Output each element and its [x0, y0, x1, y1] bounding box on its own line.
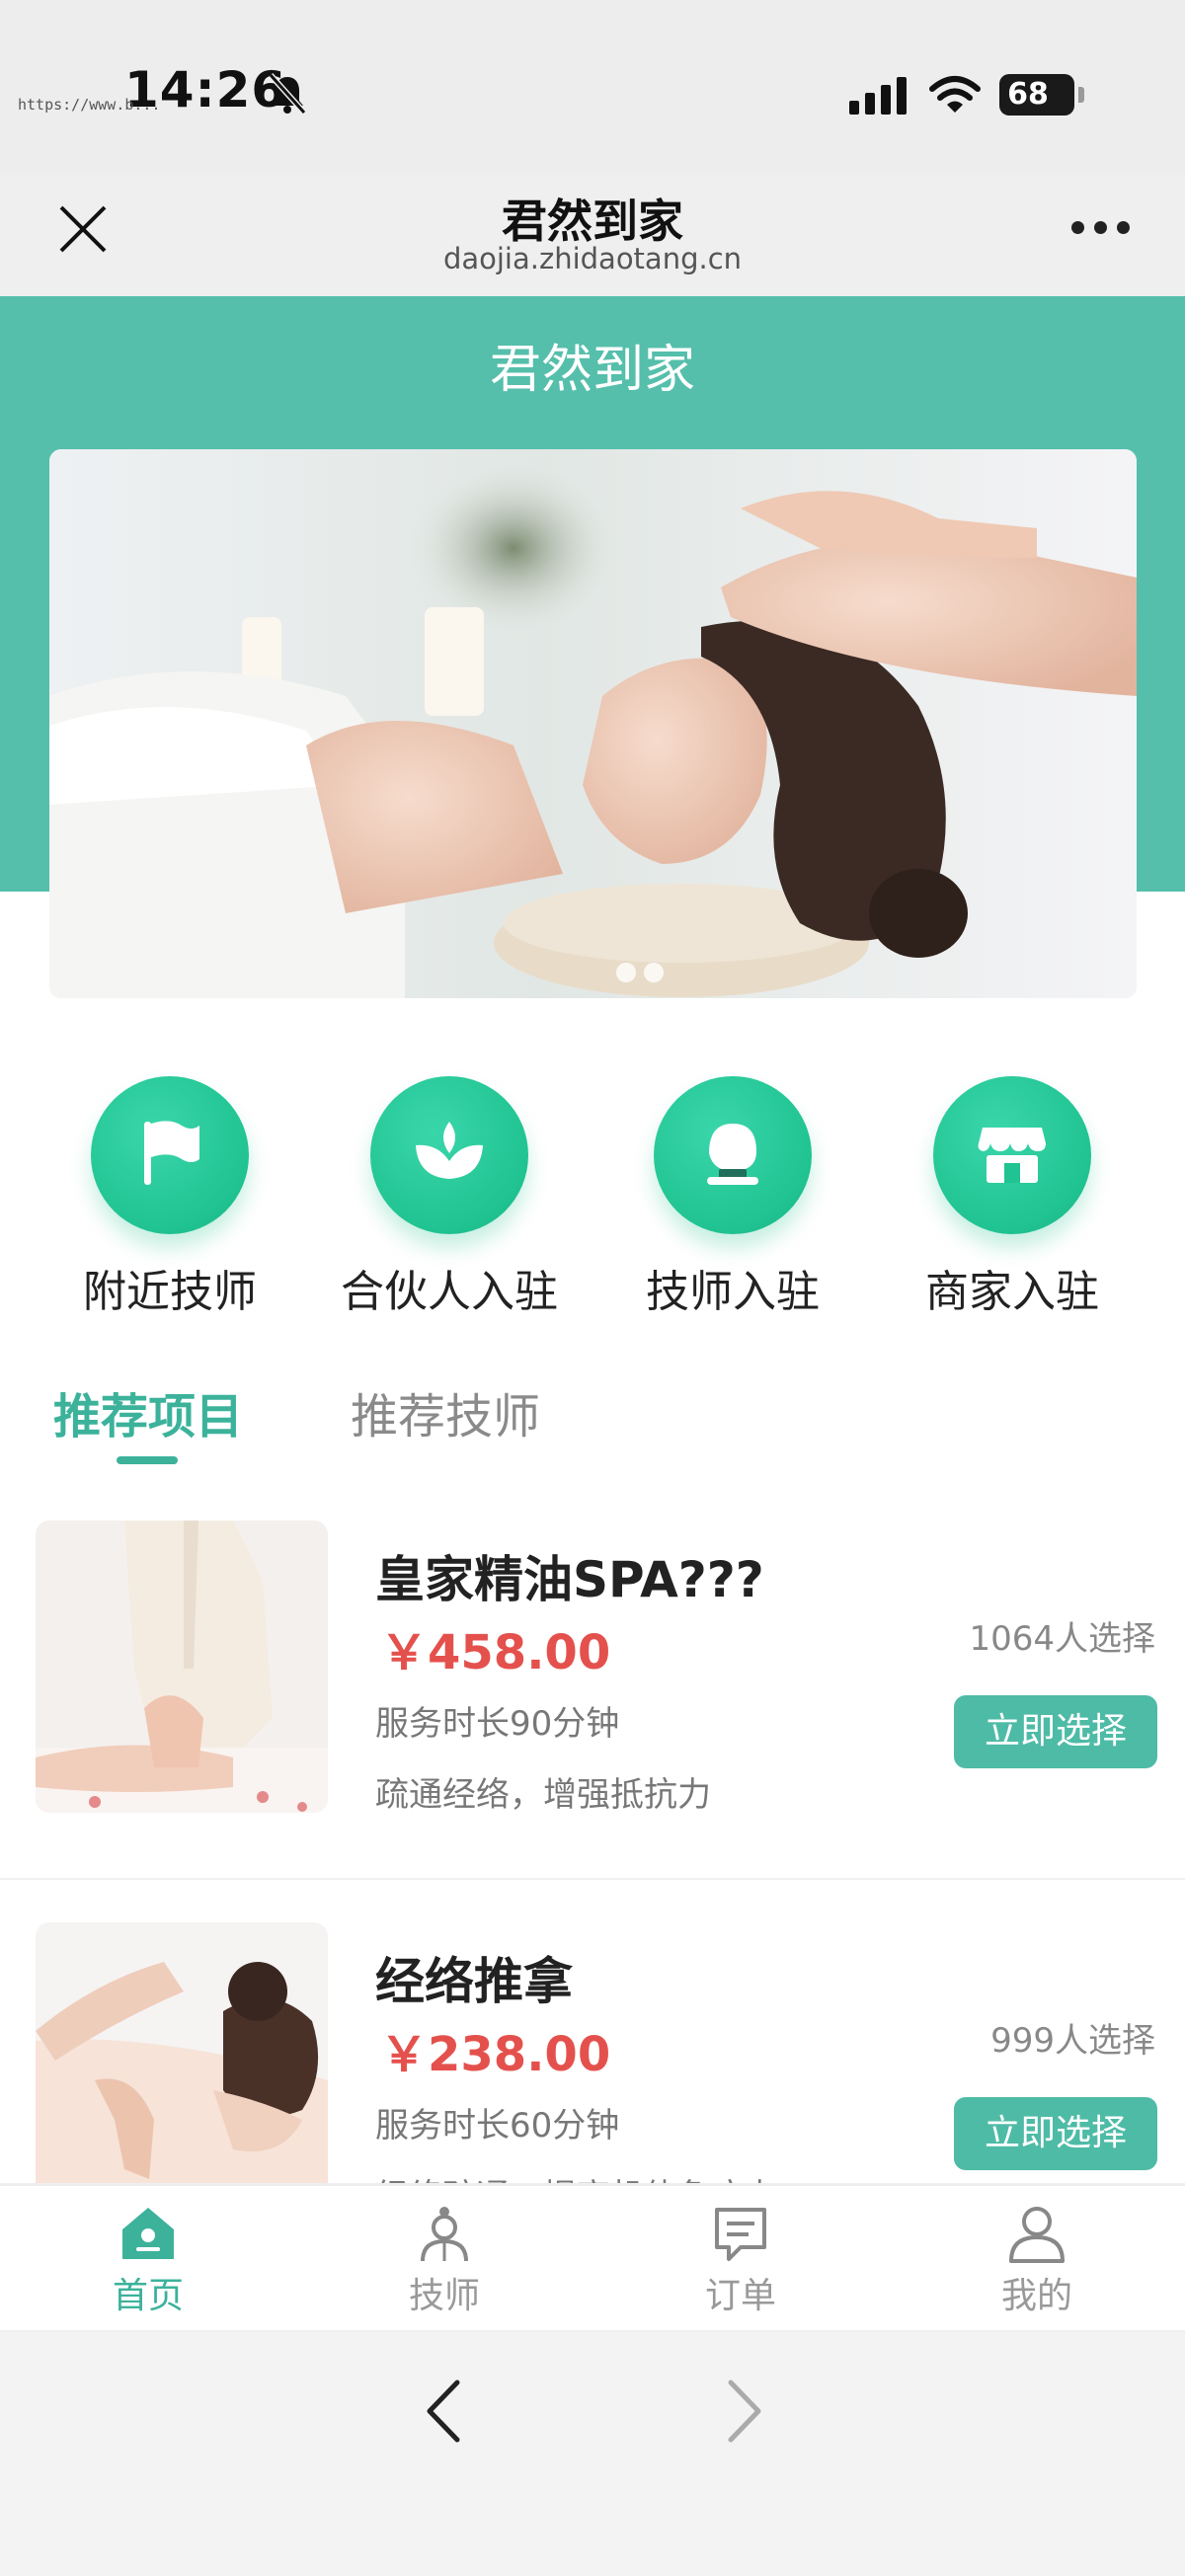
order-icon — [715, 2208, 766, 2261]
tabbar-technician[interactable]: 技师 — [346, 2204, 543, 2318]
person-icon — [707, 1124, 758, 1185]
page-title: 君然到家 — [489, 341, 695, 400]
quick-entry-technician[interactable]: 技师入驻 — [609, 1076, 856, 1319]
nav-domain: daojia.zhidaotang.cn — [442, 242, 743, 275]
page-content: 君然到家 附近技师 合伙人入驻 技师入驻 商家入驻 推荐项目 推荐技师 皇家精油… — [0, 296, 1185, 2183]
service-duration: 服务时长90分钟 — [375, 1704, 620, 1744]
tab-recommended-technicians[interactable]: 推荐技师 — [351, 1377, 540, 1446]
service-card[interactable]: 经络推拿 ￥238.00 服务时长60分钟 经络疏通，提高机体免疫力 999人选… — [0, 1922, 1185, 2183]
quick-entry-nearby[interactable]: 附近技师 — [46, 1076, 293, 1319]
tabbar-orders[interactable]: 订单 — [642, 2204, 839, 2318]
technician-icon — [421, 2207, 468, 2262]
url-overlay: https://www.b... — [18, 96, 161, 114]
service-name: 皇家精油SPA??? — [375, 1551, 764, 1608]
service-description: 经络疏通，提高机体免疫力 — [375, 2169, 778, 2183]
service-price: ￥458.00 — [380, 1625, 611, 1680]
carousel-dots — [612, 963, 668, 986]
more-dots-icon[interactable] — [1071, 221, 1131, 237]
home-icon — [122, 2208, 174, 2259]
quick-entry-partner[interactable]: 合伙人入驻 — [326, 1076, 573, 1319]
service-count: 999人选择 — [990, 2021, 1155, 2061]
tabbar-home[interactable]: 首页 — [49, 2204, 247, 2318]
service-duration: 服务时长60分钟 — [375, 2106, 620, 2146]
user-icon — [1009, 2207, 1065, 2263]
battery-cap — [1078, 87, 1084, 103]
battery-indicator: 68 — [999, 74, 1074, 116]
quick-entry-label: 合伙人入驻 — [341, 1267, 558, 1317]
tabbar-mine[interactable]: 我的 — [938, 2204, 1136, 2318]
quick-entry-merchant[interactable]: 商家入驻 — [889, 1076, 1136, 1319]
service-image — [36, 1922, 328, 2183]
tabbar-label: 我的 — [1000, 2276, 1072, 2316]
battery-text: 68 — [1007, 77, 1049, 112]
tabbar-label: 首页 — [112, 2276, 184, 2316]
service-name: 经络推拿 — [375, 1953, 573, 2010]
card-divider — [0, 1878, 1185, 1880]
service-image — [36, 1521, 328, 1813]
banner-image — [49, 449, 1137, 998]
bell-muted-icon — [268, 72, 307, 116]
lotus-icon — [416, 1122, 483, 1179]
tabbar-label: 订单 — [704, 2276, 776, 2316]
signal-icon — [849, 77, 907, 115]
banner-carousel[interactable] — [49, 449, 1137, 998]
tab-active-indicator — [117, 1456, 178, 1464]
select-service-button[interactable]: 立即选择 — [954, 1695, 1157, 1768]
tab-recommended-services[interactable]: 推荐项目 — [53, 1377, 243, 1446]
select-service-button[interactable]: 立即选择 — [954, 2097, 1157, 2170]
service-description: 疏通经络，增强抵抗力 — [375, 1775, 711, 1815]
service-price: ￥238.00 — [380, 2027, 611, 2082]
quick-entry-label: 技师入驻 — [646, 1267, 820, 1317]
forward-arrow-icon[interactable] — [719, 2377, 768, 2446]
service-card[interactable]: 皇家精油SPA??? ￥458.00 服务时长90分钟 疏通经络，增强抵抗力 1… — [0, 1521, 1185, 1915]
quick-entry-label: 附近技师 — [83, 1267, 257, 1317]
store-icon — [978, 1128, 1046, 1183]
wifi-icon — [929, 76, 981, 113]
status-bar: 14:26 https://www.b... 68 — [0, 0, 1185, 173]
browser-navigation-bar — [0, 2332, 1185, 2576]
back-arrow-icon[interactable] — [420, 2377, 469, 2446]
bottom-tabbar: 首页 技师 订单 我的 — [0, 2184, 1185, 2330]
tabbar-label: 技师 — [408, 2276, 480, 2316]
flag-icon — [144, 1121, 199, 1185]
service-count: 1064人选择 — [969, 1619, 1155, 1659]
quick-entry-label: 商家入驻 — [925, 1267, 1099, 1317]
